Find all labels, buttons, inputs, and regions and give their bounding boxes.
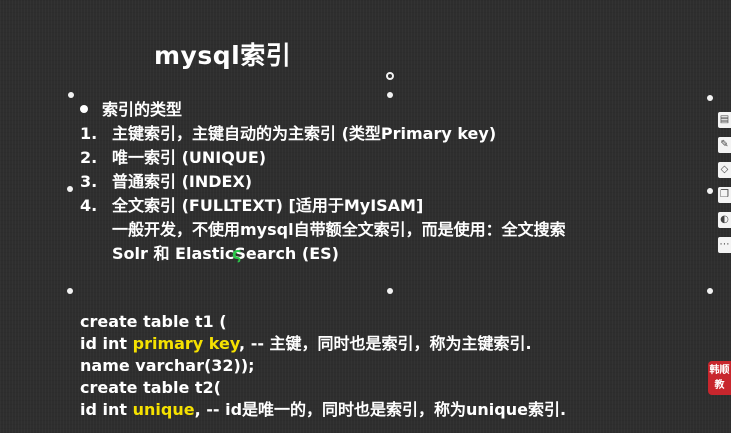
list-number: 2. [80, 148, 98, 167]
note-icon[interactable]: ▤ [718, 112, 731, 128]
list-item: 4. 全文索引 (FULLTEXT) [适用于MyISAM] [80, 194, 700, 218]
more-icon[interactable]: ⋯ [718, 237, 731, 253]
code-text: , -- 主键，同时也是索引，称为主键索引. [239, 334, 532, 353]
list-text: 普通索引 (INDEX) [112, 172, 253, 191]
badge-text: 韩顺 [709, 365, 730, 376]
selection-handle-middle-right[interactable] [707, 188, 713, 194]
pen-icon[interactable]: ✎ [718, 137, 731, 153]
slide-title: mysql索引 [154, 41, 292, 70]
selection-handle-top-right[interactable] [707, 95, 713, 101]
code-text: id int [80, 400, 133, 419]
index-types-textbox[interactable]: 索引的类型 1. 主键索引，主键自动的为主索引 (类型Primary key) 2… [80, 98, 700, 266]
list-text: 唯一索引 (UNIQUE) [112, 148, 267, 167]
code-block: create table t1 ( id int primary key, --… [80, 311, 566, 421]
code-keyword: primary key [132, 334, 240, 353]
code-text: , -- id是唯一的，同时也是索引，称为unique索引. [194, 400, 567, 419]
selection-handle-bottom-right[interactable] [707, 288, 713, 294]
list-number: 1. [80, 124, 98, 143]
list-text: 主键索引，主键自动的为主索引 (类型Primary key) [112, 124, 497, 143]
list-number: 4. [80, 196, 98, 215]
list-item: 2. 唯一索引 (UNIQUE) [80, 146, 700, 170]
list-item: 3. 普通索引 (INDEX) [80, 170, 700, 194]
rotate-handle-icon[interactable] [386, 72, 394, 80]
badge-text: 教 [714, 380, 725, 391]
palette-icon[interactable]: ◐ [718, 212, 731, 228]
bullet-heading: 索引的类型 [80, 98, 700, 122]
code-line: id int unique, -- id是唯一的，同时也是索引，称为unique… [80, 399, 566, 421]
selection-handle-bottom-middle[interactable] [387, 288, 393, 294]
selection-handle-middle-left[interactable] [67, 186, 73, 192]
list-item: 1. 主键索引，主键自动的为主索引 (类型Primary key) [80, 122, 700, 146]
heading-text: 索引的类型 [102, 100, 183, 119]
code-keyword: unique [132, 400, 195, 419]
copy-icon[interactable]: ❐ [718, 187, 731, 203]
eraser-icon[interactable]: ◇ [718, 162, 731, 178]
list-text: 全文索引 (FULLTEXT) [适用于MyISAM] [112, 196, 424, 215]
code-line: create table t2( [80, 378, 221, 397]
code-line: name varchar(32)); [80, 356, 255, 375]
pen-cursor-icon: ς [232, 244, 242, 263]
note-line-1: 一般开发，不使用mysql自带额全文索引，而是使用：全文搜索 [112, 220, 566, 239]
bullet-dot-icon [80, 105, 88, 113]
channel-badge[interactable]: 韩顺 教 [708, 361, 731, 395]
side-toolbar: ▤ ✎ ◇ ❐ ◐ ⋯ [718, 112, 731, 253]
note-line-2: Solr 和 ElasticSearch (ES) [112, 244, 339, 263]
code-line: id int primary key, -- 主键，同时也是索引，称为主键索引. [80, 333, 566, 355]
selection-handle-bottom-left[interactable] [67, 288, 73, 294]
list-number: 3. [80, 172, 98, 191]
selection-handle-top-left[interactable] [68, 92, 74, 98]
code-line: create table t1 ( [80, 312, 227, 331]
code-text: id int [80, 334, 133, 353]
